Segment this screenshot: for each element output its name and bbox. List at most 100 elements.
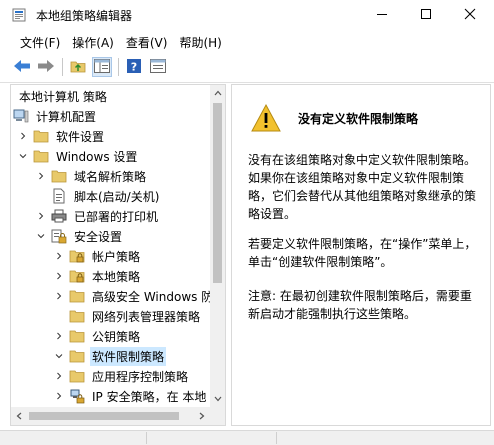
folder-icon [69,368,85,384]
toolbar-divider [0,82,494,83]
menu-view[interactable]: 查看(V) [120,31,174,53]
show-hide-tree-icon [94,58,110,76]
tree-item-label: 本地计算机 策略 [19,89,107,104]
menu-file[interactable]: 文件(F) [14,31,66,53]
detail-note: 注意: 在最初创建软件限制策略后，需要重新启动才能强制执行这些策略。 [248,289,472,321]
maximize-button[interactable] [404,0,448,28]
chevron-down-icon[interactable] [53,346,65,366]
forward-button[interactable] [36,57,56,77]
lock-folder-icon [69,268,85,284]
vertical-scroll-thumb[interactable] [213,103,222,283]
folder-icon [69,288,85,304]
console-tree-pane[interactable]: 本地计算机 策略 计算机配置 软件设置 Windows 设置 域名解析策略 脚本… [10,84,226,426]
window-title: 本地组策略编辑器 [36,9,133,23]
folder-icon [69,328,85,344]
status-divider [276,432,277,444]
chevron-right-icon[interactable] [17,126,29,146]
horizontal-scroll-thumb[interactable] [29,412,179,420]
policy-editor-icon [12,8,26,22]
console-tree: 本地计算机 策略 计算机配置 软件设置 Windows 设置 域名解析策略 脚本… [11,85,211,407]
properties-button[interactable] [148,57,168,77]
tree-item-label: 网络列表管理器策略 [92,309,201,324]
chevron-down-icon[interactable] [17,146,29,166]
scroll-right-icon[interactable] [194,407,210,425]
chevron-right-icon[interactable] [53,386,65,406]
minimize-button[interactable] [360,0,404,28]
scroll-up-icon[interactable] [210,85,225,101]
warning-icon [250,103,282,133]
lock-folder-icon [69,248,85,264]
tree-item-label: 脚本(启动/关机) [74,189,160,204]
tree-item-software-restriction[interactable]: 软件限制策略 [53,346,211,366]
folder-icon [33,128,49,144]
printer-icon [51,208,67,224]
toolbar-separator [118,58,119,76]
chevron-right-icon[interactable] [53,326,65,346]
tree-item-label: Windows 设置 [56,149,138,164]
tree-item-public-key-policies[interactable]: 公钥策略 [53,326,211,346]
detail-instructions: 若要定义软件限制策略，在“操作”菜单上，单击“创建软件限制策略”。 [248,237,477,269]
properties-icon [150,58,166,76]
tree-item-app-control[interactable]: 应用程序控制策略 [53,366,211,386]
tree-item-ip-security[interactable]: IP 安全策略，在 本地 [53,386,211,406]
tree-item-label: IP 安全策略，在 本地 [92,389,207,404]
up-folder-icon [70,58,86,77]
tree-item-windows-firewall[interactable]: 高级安全 Windows 防 [53,286,211,306]
folder-icon [69,308,85,324]
status-divider [146,432,147,444]
close-button[interactable] [448,0,492,28]
back-button[interactable] [12,57,32,77]
menu-help[interactable]: 帮助(H) [173,31,227,53]
chevron-right-icon[interactable] [53,246,65,266]
tree-horizontal-scrollbar[interactable] [11,407,225,425]
toolbar-separator [62,58,63,76]
up-level-button[interactable] [68,57,88,77]
back-arrow-icon [13,59,31,76]
tree-item-local-policies[interactable]: 本地策略 [53,266,211,286]
status-bar [0,430,494,445]
tree-item-security-settings[interactable]: 安全设置 [35,226,211,246]
tree-item-computer-config[interactable]: 计算机配置 [13,106,211,126]
menu-bar: 文件(F) 操作(A) 查看(V) 帮助(H) [0,31,494,53]
scroll-down-icon[interactable] [210,391,225,407]
chevron-right-icon[interactable] [53,266,65,286]
chevron-right-icon[interactable] [53,366,65,386]
show-hide-tree-button[interactable] [92,57,112,77]
menu-action[interactable]: 操作(A) [66,31,120,53]
folder-icon [69,348,85,364]
tree-item-name-resolution-policy[interactable]: 域名解析策略 [35,166,211,186]
details-pane: 没有定义软件限制策略 没有在该组策略对象中定义软件限制策略。如果你在该组策略对象… [231,84,491,426]
tree-item-label: 帐户策略 [92,249,141,264]
tree-item-label: 本地策略 [92,269,141,284]
help-button[interactable]: ? [124,57,144,77]
chevron-right-icon[interactable] [35,166,47,186]
computer-icon [13,108,29,124]
tree-item-label: 软件设置 [56,129,105,144]
tree-vertical-scrollbar[interactable] [210,85,225,407]
tree-item-local-computer-policy[interactable]: 本地计算机 策略 [17,86,211,106]
tree-item-label: 计算机配置 [36,109,97,124]
tree-item-deployed-printers[interactable]: 已部署的打印机 [35,206,211,226]
tree-item-label: 公钥策略 [92,329,141,344]
tree-item-label: 安全设置 [74,229,123,244]
tree-item-software-settings[interactable]: 软件设置 [17,126,211,146]
script-icon [51,188,67,204]
scroll-left-icon[interactable] [11,407,27,425]
tree-item-account-policies[interactable]: 帐户策略 [53,246,211,266]
tree-item-label: 软件限制策略 [90,346,167,366]
tree-item-label: 高级安全 Windows 防 [92,289,211,304]
toolbar: ? [0,54,494,80]
tree-item-network-list-manager[interactable]: 网络列表管理器策略 [53,306,211,326]
help-icon: ? [126,58,142,77]
chevron-right-icon[interactable] [53,286,65,306]
chevron-down-icon[interactable] [35,226,47,246]
tree-item-label: 应用程序控制策略 [92,369,189,384]
detail-heading: 没有定义软件限制策略 [298,112,419,126]
tree-item-windows-settings[interactable]: Windows 设置 [17,146,211,166]
chevron-right-icon[interactable] [35,206,47,226]
tree-item-label: 域名解析策略 [74,169,147,184]
tree-item-scripts[interactable]: 脚本(启动/关机) [35,186,211,206]
svg-text:?: ? [131,60,137,73]
